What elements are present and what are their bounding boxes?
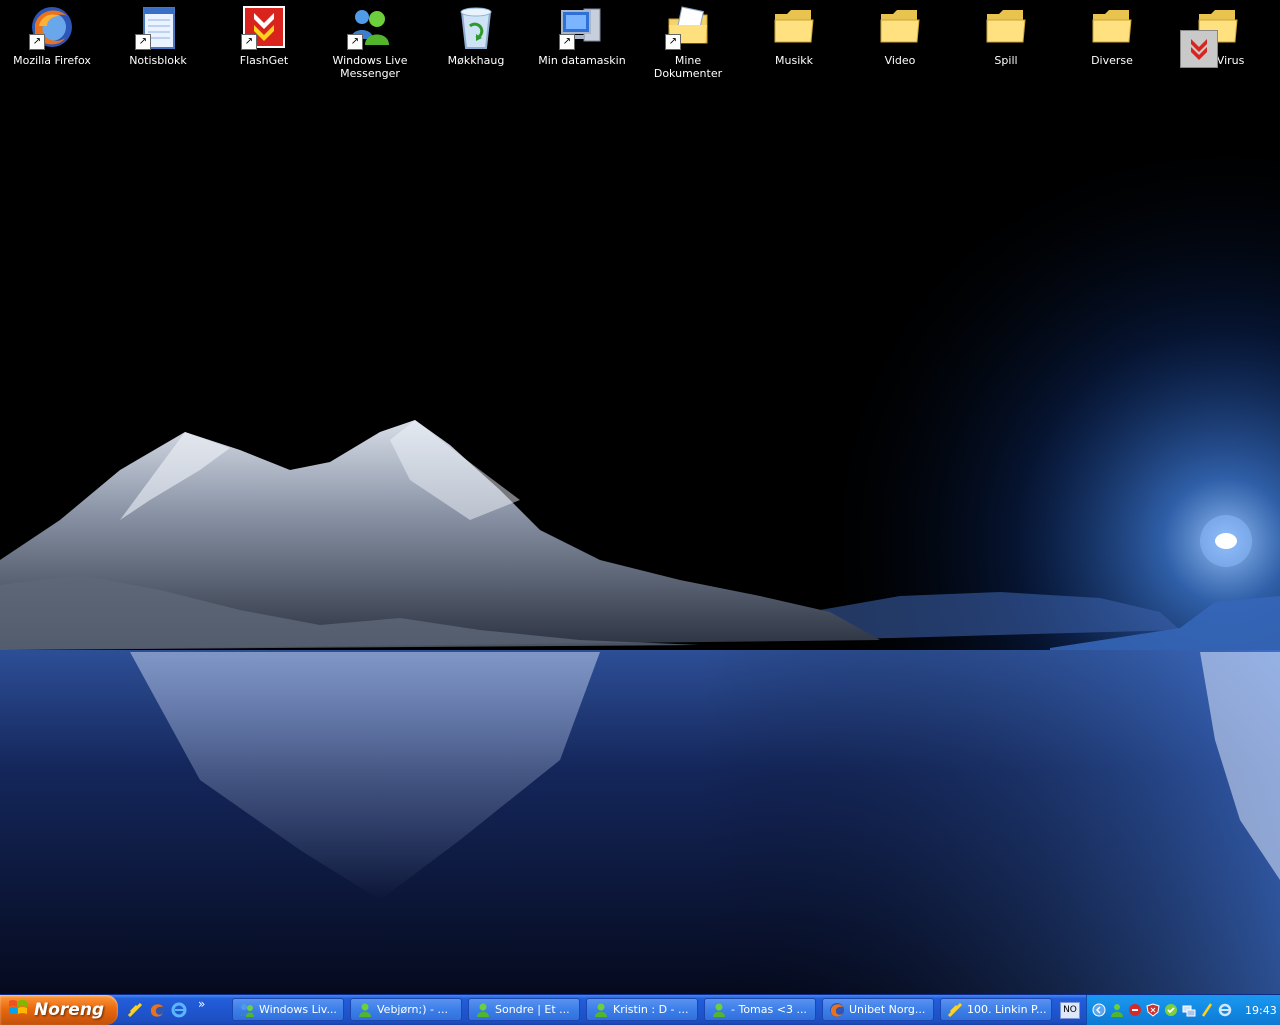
my-documents-icon: ↗ xyxy=(664,2,712,52)
task-label: Sondre | Et ... xyxy=(495,1003,570,1016)
desktop-icon-label: Min datamaskin xyxy=(538,54,626,67)
chevron-left-icon[interactable] xyxy=(1091,1002,1107,1018)
desktop-icon-folder-spill[interactable]: Spill xyxy=(956,2,1056,67)
start-button[interactable]: Noreng xyxy=(0,995,118,1025)
desktop-icon-label: Møkkhaug xyxy=(447,54,505,67)
desktop-icon-messenger[interactable]: ↗ Windows Live Messenger xyxy=(320,2,420,80)
task-button-chat-sondre[interactable]: Sondre | Et ... xyxy=(468,998,580,1021)
desktop-icon-flashget[interactable]: ↗ FlashGet xyxy=(214,2,314,67)
windows-logo-icon xyxy=(8,998,28,1022)
desktop-icon-folder-video[interactable]: Video xyxy=(850,2,950,67)
desktop-icon-my-documents[interactable]: ↗ Mine Dokumenter xyxy=(638,2,738,80)
task-button-chat-kristin[interactable]: Kristin : D - ... xyxy=(586,998,698,1021)
desktop[interactable]: ↗ Mozilla Firefox ↗ Notisblokk ↗ FlashGe… xyxy=(0,0,1280,994)
chat-icon xyxy=(475,1002,491,1018)
chat-icon xyxy=(711,1002,727,1018)
task-button-chat-tomas[interactable]: - Tomas <3 ... xyxy=(704,998,816,1021)
messenger-icon xyxy=(239,1002,255,1018)
system-tray: 19:43 xyxy=(1086,995,1280,1025)
ie-tray-icon[interactable] xyxy=(1217,1002,1233,1018)
notepad-icon: ↗ xyxy=(134,2,182,52)
firefox-icon: ↗ xyxy=(28,2,76,52)
firefox-icon xyxy=(829,1002,845,1018)
task-label: - Tomas <3 ... xyxy=(731,1003,807,1016)
task-button-flashget-download[interactable]: 100. Linkin P... xyxy=(940,998,1052,1021)
quicklaunch-ie-icon[interactable] xyxy=(170,1001,188,1019)
desktop-icon-label: Spill xyxy=(994,54,1018,67)
task-label: Windows Liv... xyxy=(259,1003,337,1016)
shortcut-arrow-icon: ↗ xyxy=(665,34,681,50)
clock[interactable]: 19:43 xyxy=(1245,1004,1277,1017)
language-indicator[interactable]: NO xyxy=(1060,1002,1080,1019)
messenger-icon: ↗ xyxy=(346,2,394,52)
network-icon[interactable] xyxy=(1181,1002,1197,1018)
task-button-messenger[interactable]: Windows Liv... xyxy=(232,998,344,1021)
update-icon[interactable] xyxy=(1163,1002,1179,1018)
desktop-icon-firefox[interactable]: ↗ Mozilla Firefox xyxy=(2,2,102,67)
desktop-icon-label: Musikk xyxy=(775,54,813,67)
desktop-icon-recycle-bin[interactable]: Møkkhaug xyxy=(426,2,526,67)
task-button-chat-vebjorn[interactable]: Vebjørn;) - ... xyxy=(350,998,462,1021)
flashget-drop-target-icon[interactable] xyxy=(1180,30,1218,68)
quicklaunch-more-chevron-icon[interactable]: » xyxy=(198,997,205,1011)
desktop-icon-label: Mozilla Firefox xyxy=(13,54,91,67)
desktop-icon-folder-diverse[interactable]: Diverse xyxy=(1062,2,1162,67)
task-label: Vebjørn;) - ... xyxy=(377,1003,448,1016)
folder-icon xyxy=(770,2,818,52)
my-computer-icon: ↗ xyxy=(558,2,606,52)
messenger-status-icon[interactable] xyxy=(1109,1002,1125,1018)
folder-icon xyxy=(982,2,1030,52)
wallpaper-mountain-lake xyxy=(0,0,1280,994)
chat-icon xyxy=(593,1002,609,1018)
recycle-bin-icon xyxy=(452,2,500,52)
task-button-firefox-unibet[interactable]: Unibet Norg... xyxy=(822,998,934,1021)
task-label: Unibet Norg... xyxy=(849,1003,926,1016)
shortcut-arrow-icon: ↗ xyxy=(559,34,575,50)
desktop-icon-label: FlashGet xyxy=(239,54,289,67)
desktop-icons: ↗ Mozilla Firefox ↗ Notisblokk ↗ FlashGe… xyxy=(0,0,1280,90)
desktop-icon-my-computer[interactable]: ↗ Min datamaskin xyxy=(532,2,632,67)
taskbar: Noreng » Windows Liv... Vebjørn;) - ... xyxy=(0,994,1280,1025)
desktop-icon-label: Notisblokk xyxy=(129,54,187,67)
desktop-icon-label: Diverse xyxy=(1091,54,1133,67)
desktop-icon-folder-musikk[interactable]: Musikk xyxy=(744,2,844,67)
folder-icon xyxy=(876,2,924,52)
quick-launch-bar: » xyxy=(126,997,205,1021)
shortcut-arrow-icon: ↗ xyxy=(29,34,45,50)
shortcut-arrow-icon: ↗ xyxy=(347,34,363,50)
task-list: Windows Liv... Vebjørn;) - ... Sondre | … xyxy=(232,998,1058,1022)
quicklaunch-flashget-icon[interactable] xyxy=(126,1001,144,1019)
antivirus-icon[interactable] xyxy=(1127,1002,1143,1018)
chat-icon xyxy=(357,1002,373,1018)
shortcut-arrow-icon: ↗ xyxy=(135,34,151,50)
task-label: Kristin : D - ... xyxy=(613,1003,689,1016)
quicklaunch-firefox-icon[interactable] xyxy=(148,1001,166,1019)
shield-icon[interactable] xyxy=(1145,1002,1161,1018)
desktop-icon-notisblokk[interactable]: ↗ Notisblokk xyxy=(108,2,208,67)
folder-icon xyxy=(1088,2,1136,52)
shortcut-arrow-icon: ↗ xyxy=(241,34,257,50)
start-button-label: Noreng xyxy=(34,1000,105,1020)
flashget-icon: ↗ xyxy=(240,2,288,52)
task-label: 100. Linkin P... xyxy=(967,1003,1047,1016)
flashget-icon xyxy=(947,1002,963,1018)
desktop-icon-label: Windows Live Messenger xyxy=(332,54,408,80)
desktop-icon-label: Mine Dokumenter xyxy=(653,54,723,80)
flashget-tray-icon[interactable] xyxy=(1199,1002,1215,1018)
desktop-icon-label: Video xyxy=(884,54,916,67)
